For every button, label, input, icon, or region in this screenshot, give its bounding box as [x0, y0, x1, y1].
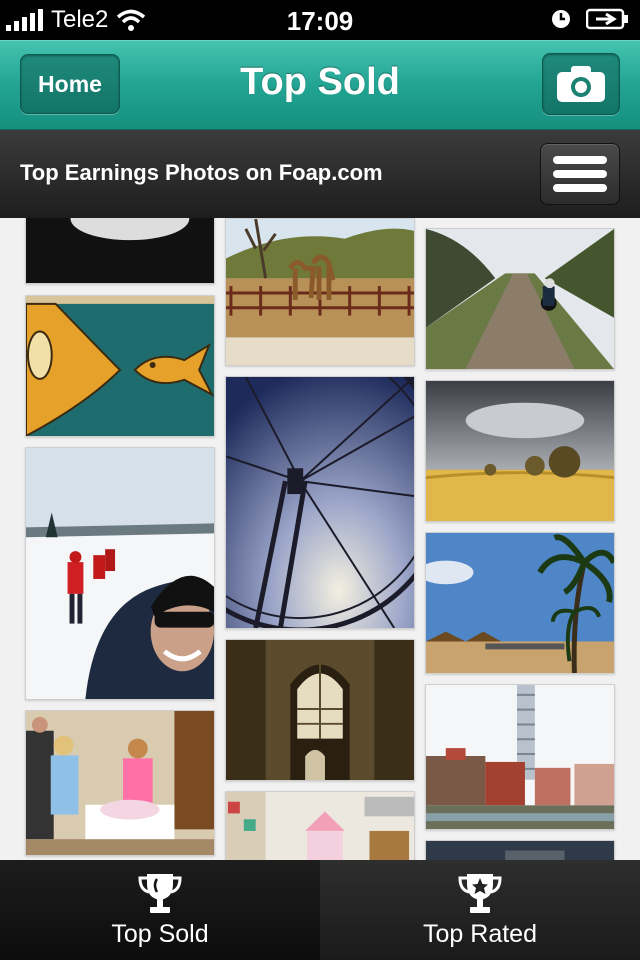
photo-church-window[interactable]	[225, 639, 415, 781]
photo-dirt-road[interactable]	[425, 228, 615, 370]
photo-partial-bottom[interactable]	[425, 840, 615, 860]
alarm-clock-icon	[552, 10, 570, 28]
status-right	[550, 8, 630, 30]
trophy-icon	[138, 874, 182, 913]
sub-header: Top Earnings Photos on Foap.com	[0, 130, 640, 218]
tab-top-sold-label: Top Sold	[111, 920, 209, 948]
photo-grid	[0, 218, 640, 860]
tab-top-rated-label: Top Rated	[423, 920, 537, 948]
clock: 17:09	[286, 6, 354, 36]
tab-bar: Top Sold Top Rated	[0, 860, 640, 960]
tab-top-rated[interactable]: Top Rated	[320, 860, 640, 960]
photo-ski-selfie[interactable]	[25, 447, 215, 700]
tab-top-sold[interactable]: Top Sold	[0, 860, 320, 960]
photo-twisting-tower[interactable]	[425, 684, 615, 830]
status-bar: Tele2 17:09	[0, 0, 640, 40]
menu-icon	[553, 156, 607, 164]
photo-kids-room[interactable]	[225, 791, 415, 860]
menu-button[interactable]	[540, 143, 620, 205]
battery-icon	[586, 8, 628, 30]
photo-dark-top[interactable]	[25, 218, 215, 284]
photo-fish-painting[interactable]	[25, 295, 215, 437]
photo-palm-beach[interactable]	[425, 532, 615, 674]
sub-header-title: Top Earnings Photos on Foap.com	[20, 160, 383, 185]
photo-family-party[interactable]	[25, 710, 215, 856]
photo-wheat-field[interactable]	[425, 380, 615, 522]
photo-ferris-wheel[interactable]	[225, 376, 415, 629]
trophy-star-icon	[458, 874, 502, 913]
camera-button[interactable]	[542, 53, 620, 115]
nav-bar: Home Top Sold	[0, 40, 640, 130]
photo-camels[interactable]	[225, 218, 415, 366]
camera-icon	[557, 66, 605, 102]
